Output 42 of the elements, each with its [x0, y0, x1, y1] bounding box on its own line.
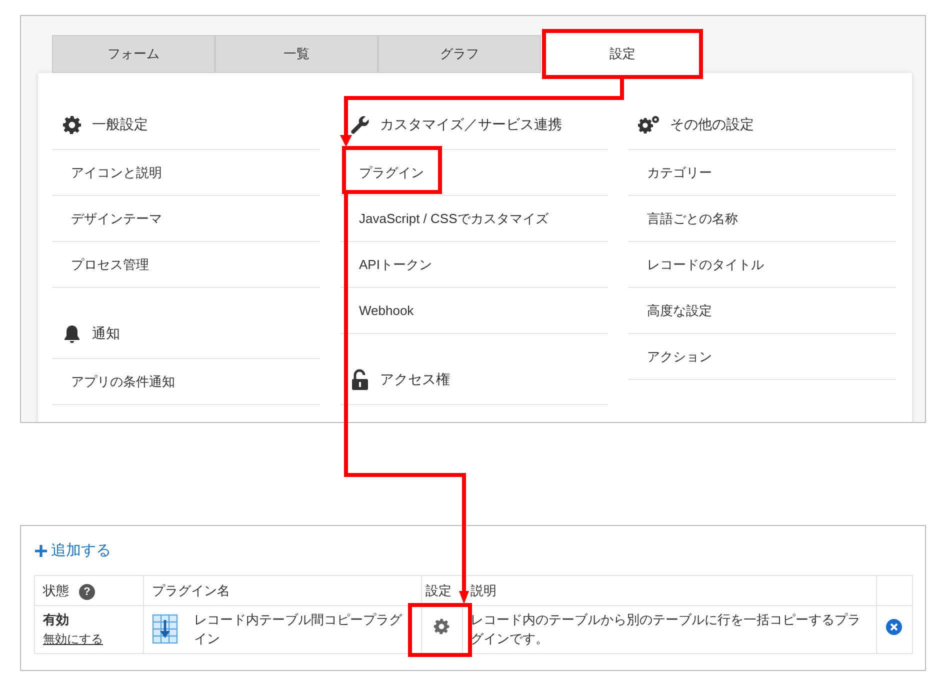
settings-link[interactable]: アプリの条件通知 [71, 372, 175, 392]
settings-link[interactable]: プラグイン [359, 162, 424, 182]
section-title: 一般設定 [92, 115, 148, 134]
section-title: カスタマイズ／サービス連携 [380, 115, 562, 134]
settings-link[interactable]: 言語ごとの名称 [647, 208, 738, 228]
settings-link[interactable]: カテゴリー [647, 162, 712, 182]
plugin-description: レコード内のテーブルから別のテーブルに行を一括コピーするプラグインです。 [470, 612, 861, 646]
settings-link[interactable]: アイコンと説明 [71, 162, 162, 182]
column-header: プラグイン名 [152, 582, 230, 598]
column-header: 設定 [426, 582, 452, 598]
column-header: 状態 [43, 582, 69, 598]
settings-link[interactable]: プロセス管理 [71, 254, 149, 274]
column-header: 説明 [470, 582, 497, 598]
disable-link[interactable]: 無効にする [43, 632, 103, 646]
status-text: 有効 [43, 610, 70, 629]
settings-link[interactable]: アクション [647, 346, 712, 366]
wrench-icon [350, 114, 370, 134]
table-arrow-icon [152, 614, 178, 644]
help-icon[interactable]: ? [79, 584, 95, 600]
tab[interactable]: グラフ [378, 35, 541, 73]
plus-icon [34, 544, 48, 558]
plugin-name: レコード内テーブル間コピープラグイン [194, 610, 404, 648]
section-title: 通知 [92, 324, 120, 343]
unlocked-padlock-icon [350, 368, 370, 390]
delete-icon[interactable] [886, 618, 902, 634]
gear-icon [62, 114, 82, 134]
section-title: アクセス権 [380, 370, 450, 389]
settings-link[interactable]: 高度な設定 [647, 300, 712, 320]
tab[interactable]: 設定 [541, 35, 704, 73]
settings-icon[interactable] [433, 618, 450, 635]
settings-link[interactable]: レコードのタイトル [647, 254, 764, 274]
settings-link[interactable]: デザインテーマ [71, 208, 162, 228]
settings-link[interactable]: Webhook [359, 300, 414, 320]
section-title: その他の設定 [670, 115, 754, 134]
settings-link[interactable]: JavaScript / CSSでカスタマイズ [359, 208, 548, 228]
settings-link[interactable]: APIトークン [359, 254, 432, 274]
tab[interactable]: フォーム [52, 35, 215, 73]
tab[interactable]: 一覧 [215, 35, 378, 73]
gears-icon [638, 114, 660, 134]
bell-icon [62, 324, 82, 344]
highlight-frame [408, 603, 472, 657]
add-link[interactable]: 追加する [34, 540, 111, 562]
